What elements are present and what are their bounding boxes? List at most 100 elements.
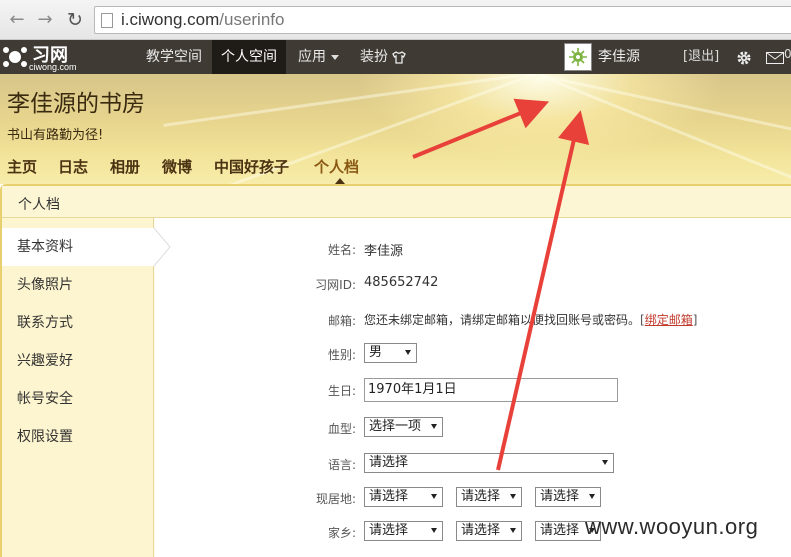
hometown-label: 家乡: (327, 526, 356, 540)
bracket-close: ] (692, 313, 698, 327)
bind-email-link[interactable]: 绑定邮箱 (645, 313, 693, 327)
url-text: i.ciwong.com/userinfo (121, 10, 284, 30)
language-label: 语言: (327, 458, 356, 472)
sidebar-item-label: 联系方式 (17, 315, 73, 331)
chevron-down-icon (431, 528, 437, 533)
user-name[interactable]: 李佳源 (598, 40, 640, 74)
chevron-down-icon (510, 528, 516, 533)
select-value: 请选择 (369, 489, 409, 504)
email-status-text: 您还未绑定邮箱，请绑定邮箱以便找回账号或密码。 (364, 313, 641, 327)
url-host: i.ciwong.com (121, 10, 220, 29)
sidebar-item-label: 帐号安全 (17, 391, 73, 407)
site-logo[interactable]: 习网 ciwong.com (2, 41, 82, 73)
id-value: 485652742 (364, 275, 439, 290)
email-label: 邮箱: (327, 314, 356, 328)
sidebar-item-label: 权限设置 (17, 429, 73, 445)
banner-light-ray (539, 74, 791, 140)
blood-type-label: 血型: (327, 422, 356, 436)
residence-province-select[interactable]: 请选择 (364, 487, 443, 507)
id-label: 习网ID: (315, 278, 356, 292)
chevron-down-icon (405, 350, 411, 355)
hometown-province-select[interactable]: 请选择 (364, 521, 443, 541)
nav-item-label: 装扮 (360, 49, 388, 65)
banner-light-ray (538, 74, 791, 184)
gender-select-value: 男 (369, 345, 383, 360)
name-label: 姓名: (327, 243, 356, 257)
tab-album[interactable]: 相册 (110, 156, 140, 177)
avatar-image-icon (565, 44, 591, 70)
watermark: www.wooyun.org (585, 514, 759, 539)
select-value: 请选择 (461, 489, 501, 504)
blood-type-select[interactable]: 选择一项 (364, 417, 443, 437)
chevron-down-icon (431, 424, 437, 429)
select-value: 请选择 (540, 489, 580, 504)
language-select-value: 请选择 (369, 455, 409, 470)
chevron-down-icon (589, 494, 595, 499)
select-value: 请选择 (369, 523, 409, 538)
hometown-city-select[interactable]: 请选择 (456, 521, 522, 541)
select-value: 请选择 (540, 523, 580, 538)
logo-domain: ciwong.com (29, 62, 77, 72)
logo-mark-icon (3, 47, 27, 67)
select-value: 请选择 (461, 523, 501, 538)
nav-item-dressup[interactable]: 装扮 (351, 40, 415, 74)
chevron-down-icon (510, 494, 516, 499)
sidebar-item-label: 兴趣爱好 (17, 353, 73, 369)
residence-city-select[interactable]: 请选择 (456, 487, 522, 507)
nav-item-teaching-space[interactable]: 教学空间 (137, 40, 211, 74)
room-motto: 书山有路勤为径! (7, 128, 104, 143)
page-icon (101, 13, 113, 28)
sidebar-item-label: 头像照片 (17, 277, 73, 293)
tab-profile[interactable]: 个人档 (314, 156, 359, 177)
section-title: 个人档 (18, 197, 60, 213)
tab-blog[interactable]: 日志 (58, 156, 88, 177)
back-icon[interactable]: ← (6, 8, 28, 32)
language-select[interactable]: 请选择 (364, 453, 614, 473)
browser-toolbar: ← → ↻ i.ciwong.com/userinfo (0, 0, 791, 40)
tab-home[interactable]: 主页 (7, 156, 37, 177)
room-title: 李佳源的书房 (7, 91, 145, 117)
avatar[interactable] (564, 43, 592, 71)
sidebar-item-basic-info[interactable]: 基本资料 (2, 228, 156, 266)
tab-weibo[interactable]: 微博 (162, 156, 192, 177)
nav-item-label: 应用 (298, 49, 326, 65)
active-item-notch (153, 228, 171, 266)
logout-link[interactable]: [退出] (683, 40, 719, 74)
residence-label: 现居地: (315, 492, 356, 506)
nav-item-personal-space[interactable]: 个人空间 (212, 40, 286, 74)
section-header: 个人档 (2, 186, 791, 218)
room-banner: 李佳源的书房 书山有路勤为径! 主页 日志 相册 微博 中国好孩子 个人档 (0, 74, 791, 184)
address-bar[interactable]: i.ciwong.com/userinfo (94, 6, 791, 34)
shirt-icon (392, 50, 406, 64)
gender-select[interactable]: 男 (364, 343, 417, 363)
reload-icon[interactable]: ↻ (64, 8, 86, 32)
site-navbar: 习网 ciwong.com 教学空间 个人空间 应用 装扮 (0, 40, 791, 74)
sidebar-item-interests[interactable]: 兴趣爱好 (2, 342, 154, 380)
sidebar-item-privacy[interactable]: 权限设置 (2, 418, 154, 456)
blood-type-select-value: 选择一项 (369, 419, 422, 434)
nav-item-label: 教学空间 (146, 49, 202, 65)
name-value: 李佳源 (364, 244, 404, 259)
birthday-label: 生日: (327, 384, 356, 398)
nav-item-label: 个人空间 (221, 49, 277, 65)
birthday-input[interactable]: 1970年1月1日 (364, 378, 618, 402)
sidebar-item-avatar-photo[interactable]: 头像照片 (2, 266, 154, 304)
nav-item-apps[interactable]: 应用 (289, 40, 348, 74)
sidebar-item-contact[interactable]: 联系方式 (2, 304, 154, 342)
mail-icon[interactable] (766, 52, 784, 64)
mail-count: 0 (784, 47, 791, 61)
sidebar-item-account-security[interactable]: 帐号安全 (2, 380, 154, 418)
chevron-down-icon (602, 460, 608, 465)
tab-good-kids[interactable]: 中国好孩子 (214, 156, 289, 177)
profile-sidebar: 基本资料 头像照片 联系方式 兴趣爱好 帐号安全 权限设置 (2, 218, 156, 557)
url-path: /userinfo (219, 10, 285, 29)
chevron-down-icon (431, 494, 437, 499)
residence-district-select[interactable]: 请选择 (535, 487, 601, 507)
email-status: 您还未绑定邮箱，请绑定邮箱以便找回账号或密码。[绑定邮箱] (364, 311, 697, 328)
sidebar-item-label: 基本资料 (17, 239, 73, 255)
banner-light-ray (163, 74, 540, 127)
chevron-down-icon (331, 54, 339, 60)
gender-label: 性别: (327, 348, 356, 362)
gear-icon[interactable] (736, 50, 752, 66)
forward-icon[interactable]: → (34, 8, 56, 32)
